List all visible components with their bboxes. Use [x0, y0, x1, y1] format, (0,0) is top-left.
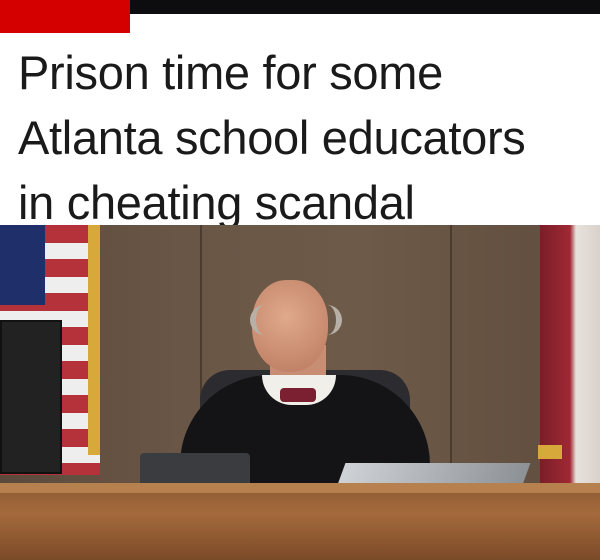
flag-fringe — [538, 445, 562, 459]
bowtie — [280, 388, 316, 402]
brand-accent-block — [0, 0, 130, 33]
news-photo — [0, 225, 600, 560]
headline-line-2: Atlanta school educators — [18, 111, 526, 164]
top-bar — [130, 0, 600, 14]
judge-hair — [250, 305, 342, 335]
headline: Prison time for some Atlanta school educ… — [18, 40, 598, 235]
judge-bench — [0, 483, 600, 560]
wall-panel — [450, 225, 452, 485]
flag-fringe — [88, 225, 100, 455]
headline-line-1: Prison time for some — [18, 46, 443, 99]
monitor — [0, 320, 62, 474]
flag-canton — [0, 225, 45, 305]
bench-top — [0, 483, 600, 493]
